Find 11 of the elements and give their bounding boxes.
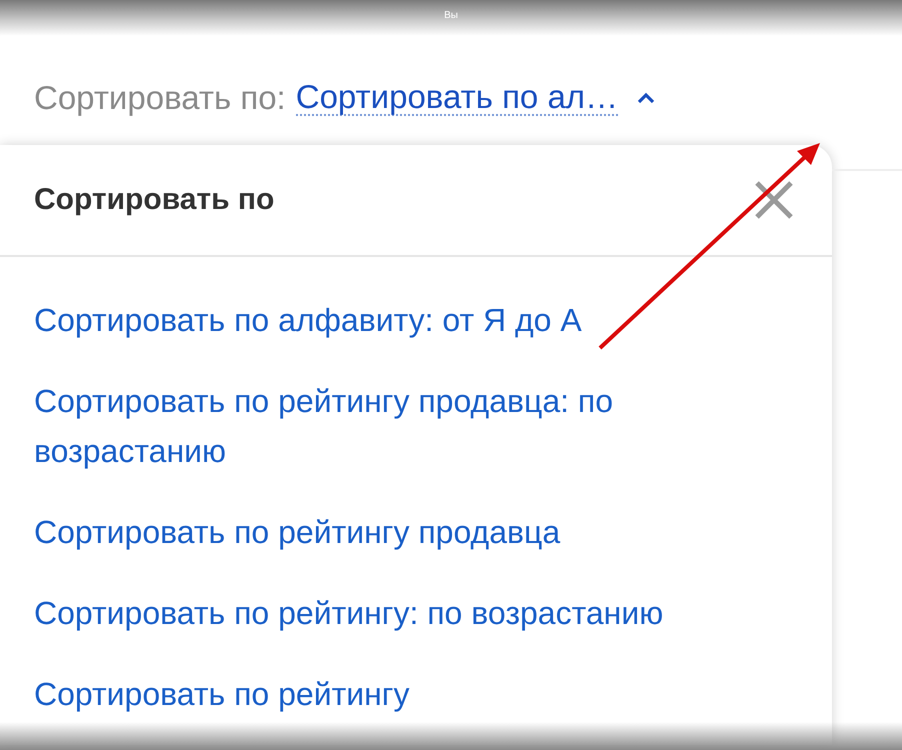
- sort-option[interactable]: Сортировать по рейтингу продавца: по возрастанию: [34, 376, 798, 476]
- caret-icon[interactable]: [636, 91, 656, 105]
- sort-option[interactable]: Сортировать по рейтингу: [34, 669, 798, 719]
- sort-dropdown-link[interactable]: Сортировать по ал…: [296, 80, 618, 116]
- sort-option[interactable]: Сортировать по рейтингу: по возрастанию: [34, 588, 798, 638]
- close-icon[interactable]: [754, 180, 794, 220]
- sort-option[interactable]: Сортировать по рейтингу продавца: [34, 507, 798, 557]
- sort-option[interactable]: Сортировать по алфавиту: от Я до А: [34, 295, 798, 345]
- sort-label: Сортировать по:: [34, 79, 286, 117]
- popup-title: Сортировать по: [34, 183, 274, 217]
- top-bar-title: Вы: [444, 10, 458, 23]
